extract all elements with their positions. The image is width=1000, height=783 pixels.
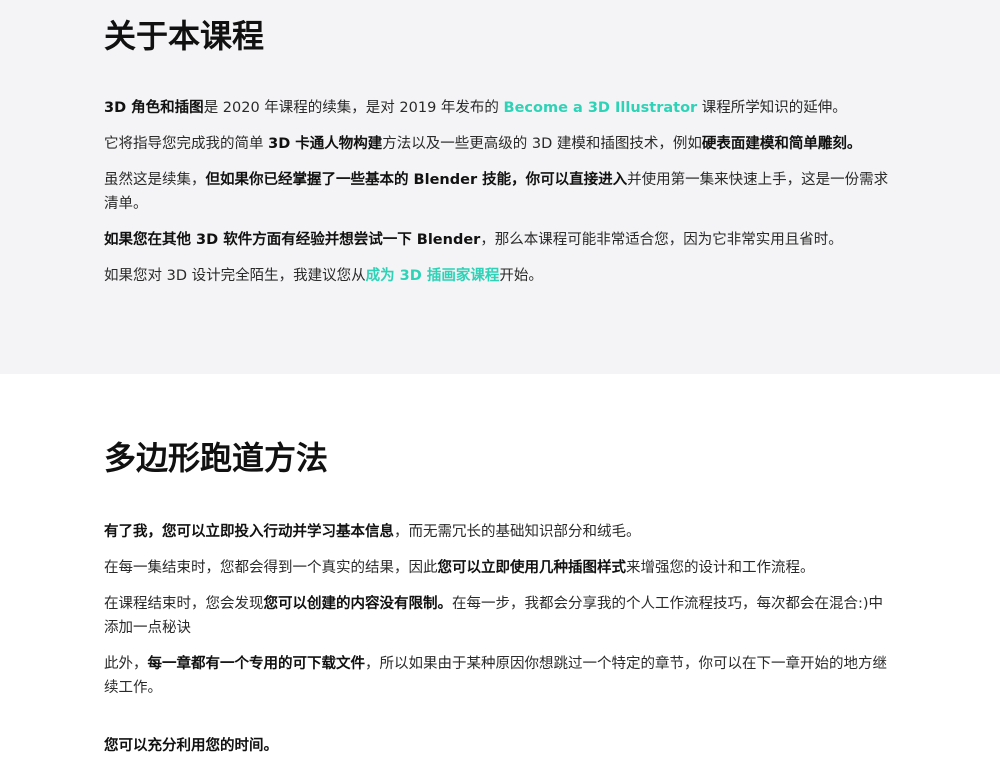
about-p1-text-2: 课程所学知识的延伸。 (697, 100, 847, 116)
method-paragraph-1: 有了我，您可以立即投入行动并学习基本信息，而无需冗长的基础知识部分和绒毛。 (104, 520, 894, 544)
method-paragraph-4: 此外，每一章都有一个专用的可下载文件，所以如果由于某种原因你想跳过一个特定的章节… (104, 652, 894, 700)
about-paragraph-4: 如果您在其他 3D 软件方面有经验并想尝试一下 Blender，那么本课程可能非… (104, 228, 894, 252)
about-p1-text-1: 是 2020 年课程的续集，是对 2019 年发布的 (203, 100, 504, 116)
method-title: 多边形跑道方法 (104, 439, 329, 477)
method-p3-bold-1: 您可以创建的内容没有限制。 (263, 596, 453, 612)
about-paragraph-5: 如果您对 3D 设计完全陌生，我建议您从成为 3D 插画家课程开始。 (104, 264, 894, 288)
about-p3-bold-1: 但如果你已经掌握了一些基本的 Blender 技能，你可以直接进入 (205, 172, 628, 188)
method-p4-text-1: 此外， (104, 656, 148, 672)
about-paragraph-3: 虽然这是续集，但如果你已经掌握了一些基本的 Blender 技能，你可以直接进入… (104, 168, 894, 216)
method-paragraph-2: 在每一集结束时，您都会得到一个真实的结果，因此您可以立即使用几种插图样式来增强您… (104, 556, 894, 580)
about-paragraph-2: 它将指导您完成我的简单 3D 卡通人物构建方法以及一些更高级的 3D 建模和插图… (104, 132, 894, 156)
about-p2-bold-2: 硬表面建模和简单雕刻。 (701, 136, 862, 152)
course-name-bold: 3D 角色和插图 (104, 100, 204, 116)
about-p2-text-2: 方法以及一些更高级的 3D 建模和插图技术，例如 (382, 136, 702, 152)
about-course-section: 关于本课程 3D 角色和插图是 2020 年课程的续集，是对 2019 年发布的… (0, 0, 1000, 374)
about-p2-bold-1: 3D 卡通人物构建 (268, 136, 383, 152)
method-p4-bold-1: 每一章都有一个专用的可下载文件 (147, 656, 366, 672)
about-p4-text-1: ，那么本课程可能非常适合您，因为它非常实用且省时。 (480, 232, 843, 248)
about-course-content: 关于本课程 3D 角色和插图是 2020 年课程的续集，是对 2019 年发布的… (104, 14, 894, 288)
about-paragraph-1: 3D 角色和插图是 2020 年课程的续集，是对 2019 年发布的 Becom… (104, 96, 894, 120)
method-p2-text-2: 来增强您的设计和工作流程。 (626, 560, 815, 576)
method-closing-statement: 您可以充分利用您的时间。 (104, 734, 894, 758)
method-p1-text-1: ，而无需冗长的基础知识部分和绒毛。 (394, 524, 641, 540)
polygon-runway-method-section: 多边形跑道方法 有了我，您可以立即投入行动并学习基本信息，而无需冗长的基础知识部… (0, 374, 1000, 783)
about-p4-bold-1: 如果您在其他 3D 软件方面有经验并想尝试一下 Blender (104, 232, 481, 248)
about-p3-text-1: 虽然这是续集， (104, 172, 206, 188)
method-p2-bold-1: 您可以立即使用几种插图样式 (437, 560, 627, 576)
method-p3-text-1: 在课程结束时，您会发现 (104, 596, 264, 612)
method-content: 多边形跑道方法 有了我，您可以立即投入行动并学习基本信息，而无需冗长的基础知识部… (104, 436, 894, 758)
about-course-title: 关于本课程 (104, 17, 265, 55)
method-paragraph-3: 在课程结束时，您会发现您可以创建的内容没有限制。在每一步，我都会分享我的个人工作… (104, 592, 894, 640)
become-3d-illustrator-course-link[interactable]: 成为 3D 插画家课程 (366, 268, 500, 284)
method-closing-bold: 您可以充分利用您的时间。 (104, 738, 278, 754)
about-p2-text-1: 它将指导您完成我的简单 (104, 136, 269, 152)
method-p2-text-1: 在每一集结束时，您都会得到一个真实的结果，因此 (104, 560, 438, 576)
method-p1-bold-1: 有了我，您可以立即投入行动并学习基本信息 (104, 524, 394, 540)
become-3d-illustrator-link[interactable]: Become a 3D Illustrator (504, 100, 698, 116)
about-p5-text-1: 如果您对 3D 设计完全陌生，我建议您从 (104, 268, 366, 284)
about-p5-text-2: 开始。 (499, 268, 543, 284)
